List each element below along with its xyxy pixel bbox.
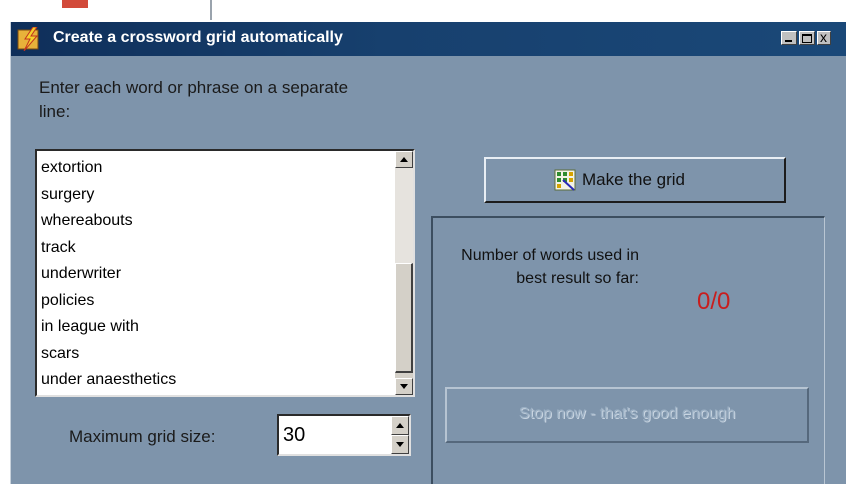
list-item[interactable]: surgery	[41, 182, 391, 209]
desktop-background	[0, 0, 846, 22]
close-icon: x	[820, 29, 827, 45]
list-item[interactable]: whereabouts	[41, 208, 391, 235]
scroll-up-button[interactable]	[395, 151, 413, 168]
list-item[interactable]: scars	[41, 341, 391, 368]
title-bar[interactable]: Create a crossword grid automatically x	[11, 22, 846, 56]
grid-wand-icon	[554, 169, 576, 191]
max-grid-size-value[interactable]: 30	[283, 424, 305, 447]
max-grid-size-spinner[interactable]: 30	[277, 414, 411, 456]
crossword-dialog: Create a crossword grid automatically x …	[10, 22, 846, 484]
minimize-button[interactable]	[781, 31, 797, 45]
max-grid-size-label: Maximum grid size:	[69, 427, 216, 446]
lightning-app-icon	[17, 27, 39, 51]
list-item[interactable]: under anaesthetics	[41, 367, 391, 394]
word-list-items: extortion surgery whereabouts track unde…	[41, 155, 391, 394]
scroll-track[interactable]	[395, 168, 413, 263]
make-grid-button[interactable]: Make the grid	[484, 157, 786, 203]
list-item[interactable]: track	[41, 235, 391, 262]
instructions-label: Enter each word or phrase on a separate …	[39, 78, 349, 121]
list-item[interactable]: underwriter	[41, 261, 391, 288]
word-list-textbox[interactable]: extortion surgery whereabouts track unde…	[35, 149, 415, 397]
window-title: Create a crossword grid automatically	[53, 29, 343, 46]
list-item[interactable]: extortion	[41, 155, 391, 182]
word-list-scrollbar[interactable]	[395, 151, 413, 395]
desktop-fragment	[62, 0, 88, 8]
word-count-value: 0/0	[697, 288, 731, 315]
list-item[interactable]: policies	[41, 288, 391, 315]
scroll-down-button[interactable]	[395, 378, 413, 395]
stop-now-label: Stop now - that's good enough	[518, 405, 736, 422]
list-item[interactable]: in league with	[41, 314, 391, 341]
spinner-down-button[interactable]	[391, 435, 409, 454]
maximize-button[interactable]	[799, 31, 815, 45]
word-count-label: Number of words used in best result so f…	[461, 247, 639, 287]
stop-now-button[interactable]: Stop now - that's good enough	[445, 387, 809, 443]
make-grid-label: Make the grid	[582, 170, 685, 189]
scroll-thumb[interactable]	[395, 263, 413, 373]
progress-panel: Number of words used in best result so f…	[431, 216, 825, 484]
spinner-up-button[interactable]	[391, 416, 409, 435]
close-button[interactable]: x	[817, 29, 831, 45]
desktop-fragment	[210, 0, 212, 20]
